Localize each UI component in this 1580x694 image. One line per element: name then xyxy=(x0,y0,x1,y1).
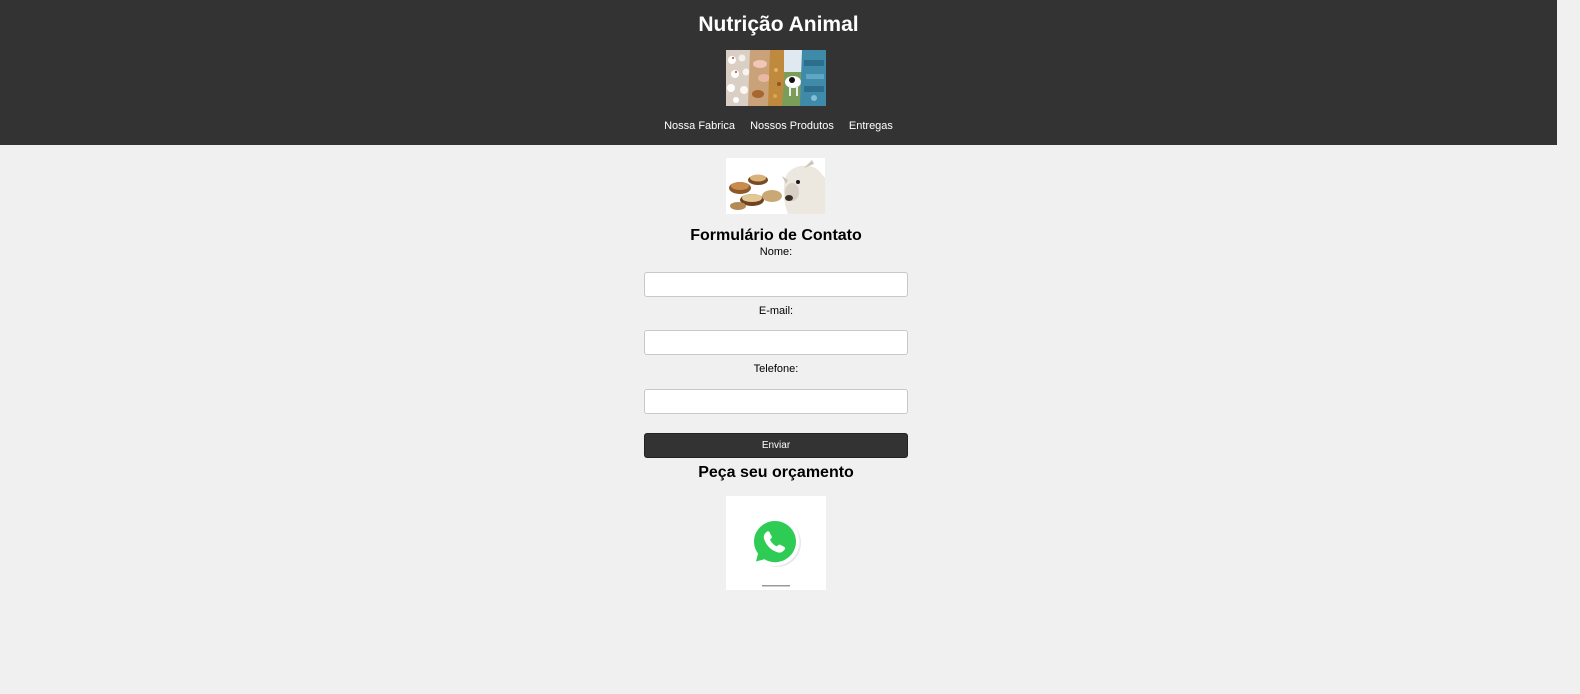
whatsapp-icon xyxy=(726,496,826,590)
contact-form-title: Formulário de Contato xyxy=(690,227,862,244)
site-title: Nutrição Animal xyxy=(698,13,859,36)
name-input[interactable] xyxy=(644,272,908,297)
feed-and-cattle-image xyxy=(726,158,825,214)
site-header: Nutrição Animal Nossa Fabrica Nossos Pro… xyxy=(0,0,1557,145)
phone-input[interactable] xyxy=(644,389,908,414)
animal-collage-image xyxy=(726,50,826,106)
whatsapp-link[interactable] xyxy=(726,496,826,590)
phone-label: Telefone: xyxy=(753,363,799,375)
email-input[interactable] xyxy=(644,330,908,355)
submit-button[interactable]: Enviar xyxy=(644,433,908,458)
page: Nutrição Animal Nossa Fabrica Nossos Pro… xyxy=(0,0,1580,694)
email-label: E-mail: xyxy=(758,305,794,317)
quote-title: Peça seu orçamento xyxy=(698,464,854,481)
main-nav: Nossa Fabrica Nossos Produtos Entregas xyxy=(0,119,1557,133)
nav-link-nossa-fabrica[interactable]: Nossa Fabrica xyxy=(664,119,735,133)
nav-link-nossos-produtos[interactable]: Nossos Produtos xyxy=(750,119,834,133)
nav-link-entregas[interactable]: Entregas xyxy=(849,119,893,133)
name-label: Nome: xyxy=(759,246,793,258)
